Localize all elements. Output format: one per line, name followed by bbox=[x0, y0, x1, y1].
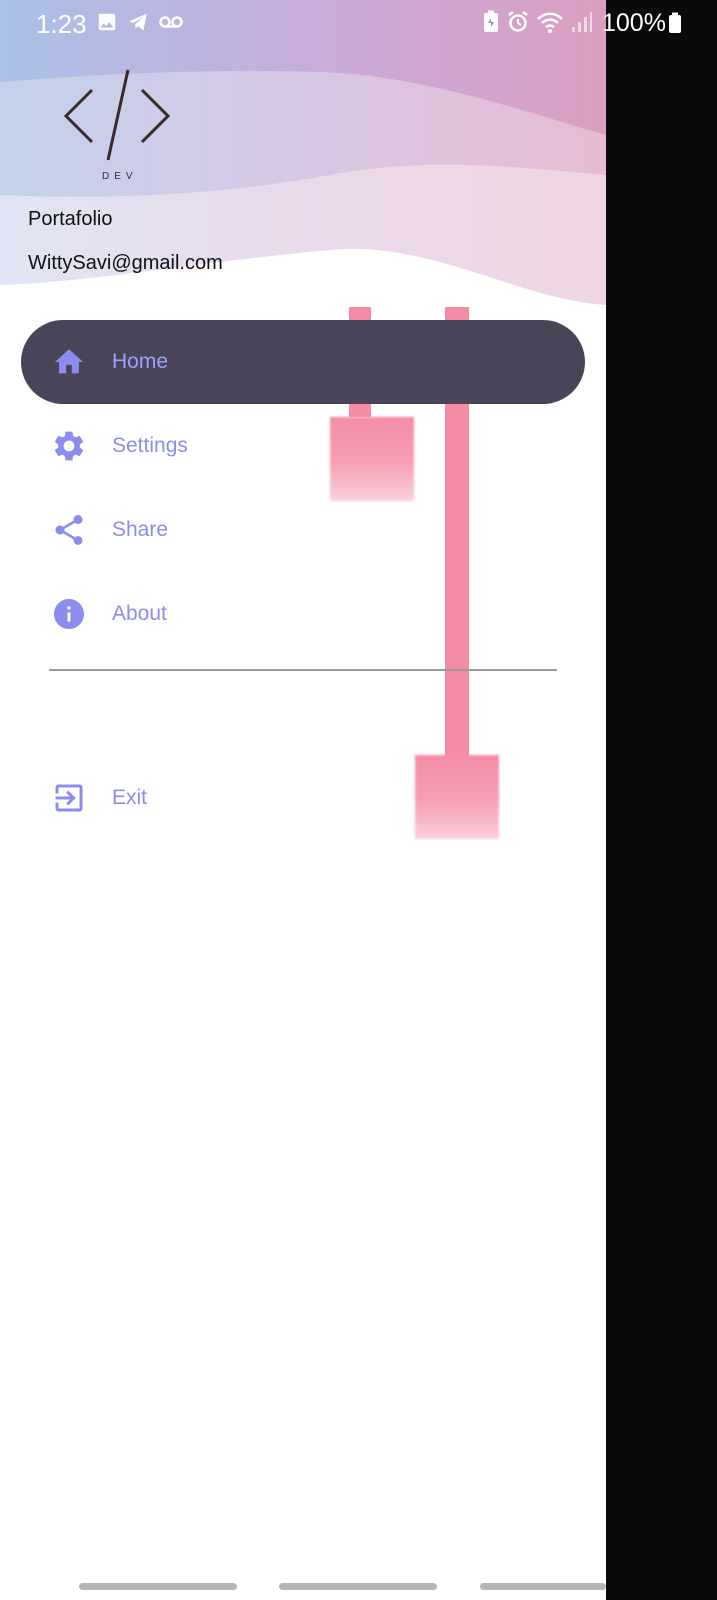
menu-divider bbox=[49, 669, 557, 671]
signal-icon bbox=[570, 10, 592, 39]
status-time: 1:23 bbox=[36, 9, 87, 39]
nav-handle-left[interactable] bbox=[79, 1583, 237, 1590]
gesture-navigation-bar[interactable] bbox=[0, 1583, 717, 1591]
header-title: Portafolio bbox=[28, 208, 113, 230]
menu-item-label: About bbox=[112, 602, 167, 625]
drawer-scrim[interactable] bbox=[606, 0, 717, 1600]
drawer-header: DEV Portafolio WittySavi@gmail.com bbox=[0, 0, 606, 305]
nav-handle-center[interactable] bbox=[279, 1583, 437, 1590]
share-icon bbox=[51, 512, 87, 548]
menu-item-exit[interactable]: Exit bbox=[21, 756, 585, 840]
menu-item-label: Exit bbox=[112, 786, 148, 809]
telegram-icon bbox=[126, 11, 150, 38]
home-icon bbox=[51, 344, 87, 380]
nav-handle-right[interactable] bbox=[480, 1583, 606, 1590]
gear-icon bbox=[51, 428, 87, 464]
navigation-drawer: DEV Portafolio WittySavi@gmail.com Home … bbox=[0, 0, 606, 1600]
menu-item-settings[interactable]: Settings bbox=[21, 404, 585, 488]
battery-percentage: 100% bbox=[602, 9, 666, 37]
menu-item-share[interactable]: Share bbox=[21, 488, 585, 572]
menu-item-label: Home bbox=[112, 350, 169, 373]
battery-saver-icon bbox=[482, 10, 500, 39]
alarm-icon bbox=[506, 10, 530, 39]
info-icon bbox=[51, 596, 87, 632]
menu-item-about[interactable]: About bbox=[21, 572, 585, 656]
status-notification-icons bbox=[96, 11, 184, 38]
status-bar: 1:23 100% bbox=[0, 0, 717, 45]
exit-icon bbox=[51, 780, 87, 816]
logo-caption: DEV bbox=[102, 171, 138, 182]
status-system-icons bbox=[482, 10, 592, 39]
menu-item-home[interactable]: Home bbox=[21, 320, 585, 404]
battery-icon bbox=[668, 12, 682, 39]
menu-item-label: Share bbox=[112, 518, 169, 541]
wifi-icon bbox=[536, 10, 564, 39]
header-email: WittySavi@gmail.com bbox=[28, 252, 223, 274]
menu-item-label: Settings bbox=[112, 434, 188, 457]
voicemail-icon bbox=[158, 11, 184, 38]
image-icon bbox=[96, 11, 118, 38]
